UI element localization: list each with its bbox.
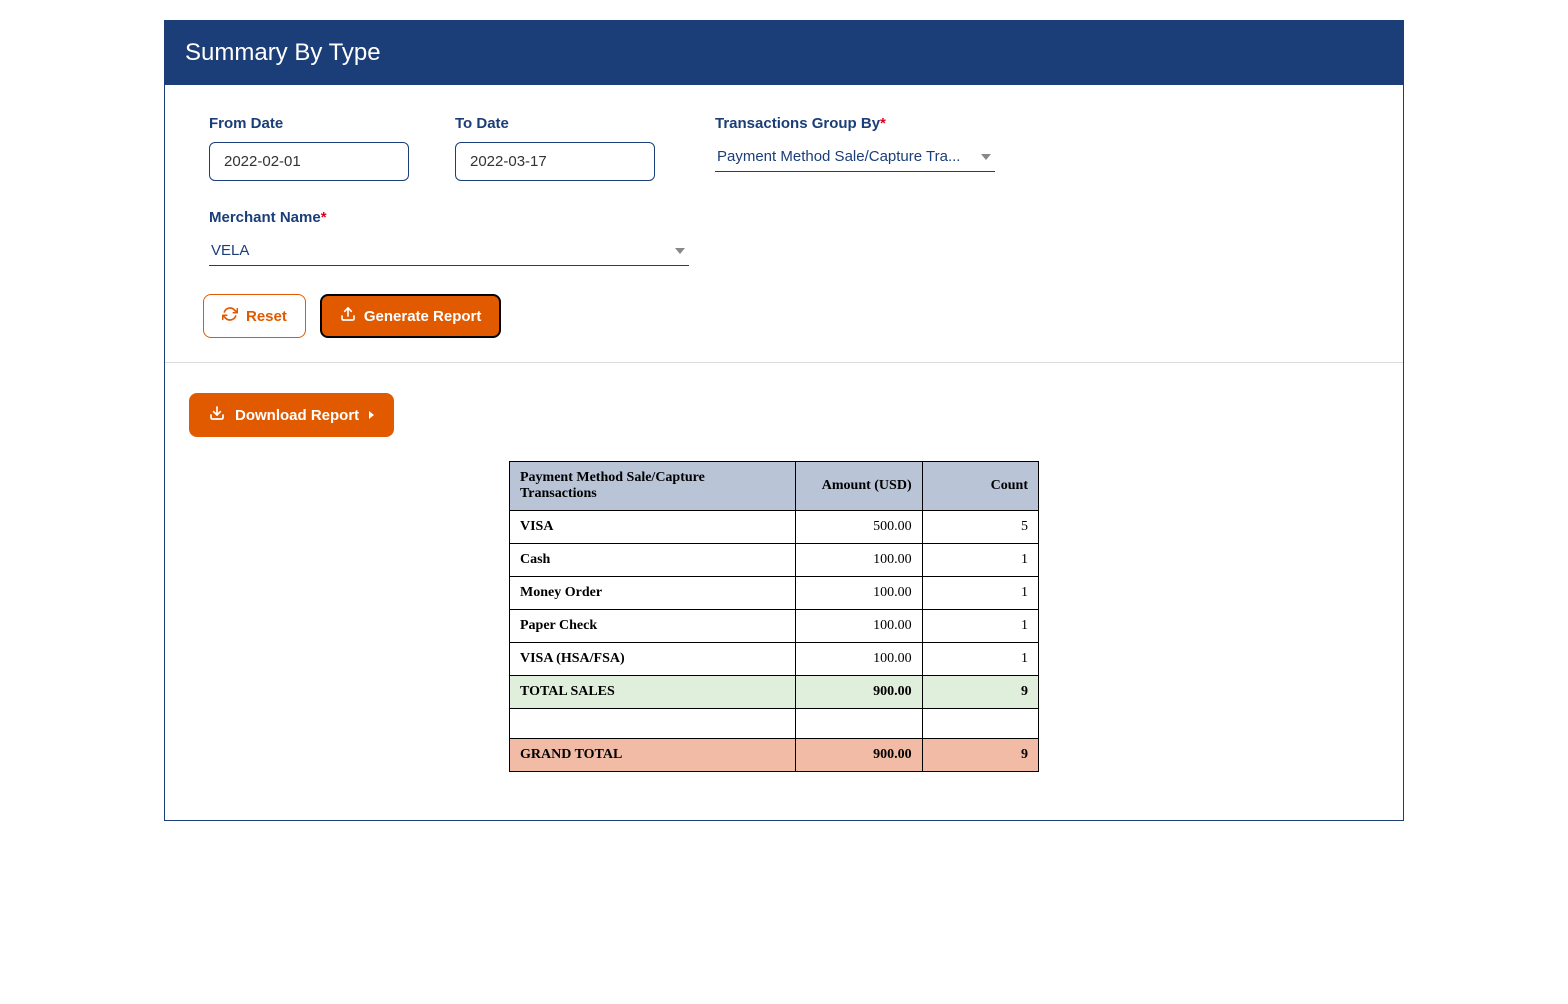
table-header-row: Payment Method Sale/Capture Transactions… [510,462,1039,511]
cell-amount: 500.00 [795,511,922,544]
col-header-count: Count [922,462,1038,511]
cell-count: 9 [922,676,1038,709]
cell-amount: 100.00 [795,544,922,577]
cell-count: 1 [922,610,1038,643]
report-table: Payment Method Sale/Capture Transactions… [509,461,1039,772]
to-date-input[interactable] [455,142,655,181]
col-header-amount: Amount (USD) [795,462,922,511]
filter-form: From Date To Date Transactions Group By*… [165,85,1403,363]
from-date-label: From Date [209,115,409,132]
cell-count: 5 [922,511,1038,544]
reset-button[interactable]: Reset [203,294,306,338]
cell-label: VISA (HSA/FSA) [510,643,796,676]
group-by-select[interactable]: Payment Method Sale/Capture Tra... [715,142,995,172]
to-date-label: To Date [455,115,655,132]
table-row: VISA500.005 [510,511,1039,544]
total-sales-row: TOTAL SALES900.009 [510,676,1039,709]
page-title: Summary By Type [165,21,1403,85]
cell-count: 1 [922,544,1038,577]
cell-count: 9 [922,739,1038,772]
merchant-select[interactable]: VELA [209,236,689,266]
merchant-label: Merchant Name* [209,209,689,226]
cell-label: Paper Check [510,610,796,643]
cell-amount: 100.00 [795,577,922,610]
grand-total-row: GRAND TOTAL900.009 [510,739,1039,772]
cell-label: TOTAL SALES [510,676,796,709]
table-row: VISA (HSA/FSA)100.001 [510,643,1039,676]
cell-label: VISA [510,511,796,544]
table-row: Paper Check100.001 [510,610,1039,643]
from-date-input[interactable] [209,142,409,181]
group-by-value: Payment Method Sale/Capture Tra... [717,148,967,165]
download-icon [209,405,225,425]
blank-row [510,709,1039,739]
caret-right-icon [369,411,374,419]
cell-amount: 100.00 [795,643,922,676]
cell-count: 1 [922,643,1038,676]
cell-label: GRAND TOTAL [510,739,796,772]
refresh-icon [222,306,238,326]
table-row: Money Order100.001 [510,577,1039,610]
chevron-down-icon [675,248,685,254]
group-by-label: Transactions Group By* [715,115,995,132]
table-row: Cash100.001 [510,544,1039,577]
chevron-down-icon [981,154,991,160]
report-section: Download Report Payment Method Sale/Capt… [165,363,1403,820]
merchant-value: VELA [211,242,661,259]
summary-panel: Summary By Type From Date To Date Transa… [164,20,1404,821]
cell-count: 1 [922,577,1038,610]
col-header-method: Payment Method Sale/Capture Transactions [510,462,796,511]
cell-amount: 900.00 [795,739,922,772]
download-report-button[interactable]: Download Report [189,393,394,437]
generate-report-button[interactable]: Generate Report [320,294,502,338]
cell-label: Cash [510,544,796,577]
cell-amount: 900.00 [795,676,922,709]
upload-icon [340,306,356,326]
cell-amount: 100.00 [795,610,922,643]
cell-label: Money Order [510,577,796,610]
